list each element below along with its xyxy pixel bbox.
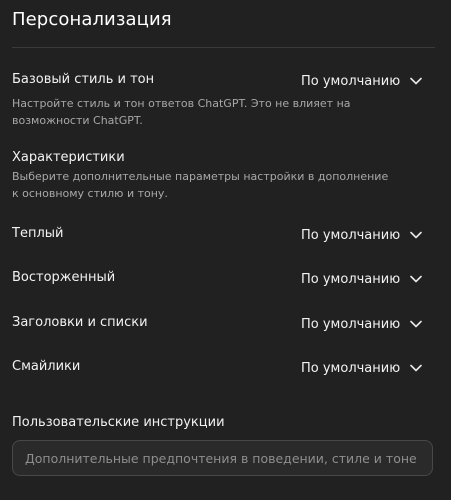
chevron-down-icon xyxy=(410,362,422,374)
warm-select[interactable]: По умолчанию xyxy=(301,223,422,247)
title-divider xyxy=(12,47,435,48)
enthusiastic-select[interactable]: По умолчанию xyxy=(301,267,422,291)
personalization-panel: Персонализация Базовый стиль и тон По ум… xyxy=(0,0,451,500)
custom-instructions-input[interactable] xyxy=(12,440,433,476)
base-style-select[interactable]: По умолчанию xyxy=(301,69,422,93)
base-style-label: Базовый стиль и тон xyxy=(12,72,155,87)
enthusiastic-value: По умолчанию xyxy=(301,271,401,287)
characteristics-description: Выберите дополнительные параметры настро… xyxy=(12,170,389,200)
base-style-description: Настройте стиль и тон ответов ChatGPT. Э… xyxy=(12,97,351,127)
chevron-down-icon xyxy=(410,273,422,285)
base-style-value: По умолчанию xyxy=(301,73,401,89)
chevron-down-icon xyxy=(410,318,422,330)
characteristics-heading: Характеристики xyxy=(12,150,125,165)
warm-value: По умолчанию xyxy=(301,227,401,243)
custom-instructions-label: Пользовательские инструкции xyxy=(12,415,225,430)
chevron-down-icon xyxy=(410,229,422,241)
page-title: Персонализация xyxy=(12,9,172,30)
emoji-select[interactable]: По умолчанию xyxy=(301,356,422,380)
emoji-label: Смайлики xyxy=(12,359,81,374)
headings-lists-value: По умолчанию xyxy=(301,316,401,332)
warm-label: Теплый xyxy=(12,226,64,241)
headings-lists-label: Заголовки и списки xyxy=(12,315,148,330)
emoji-value: По умолчанию xyxy=(301,360,401,376)
headings-lists-select[interactable]: По умолчанию xyxy=(301,312,422,336)
chevron-down-icon xyxy=(410,75,422,87)
enthusiastic-label: Восторженный xyxy=(12,270,116,285)
